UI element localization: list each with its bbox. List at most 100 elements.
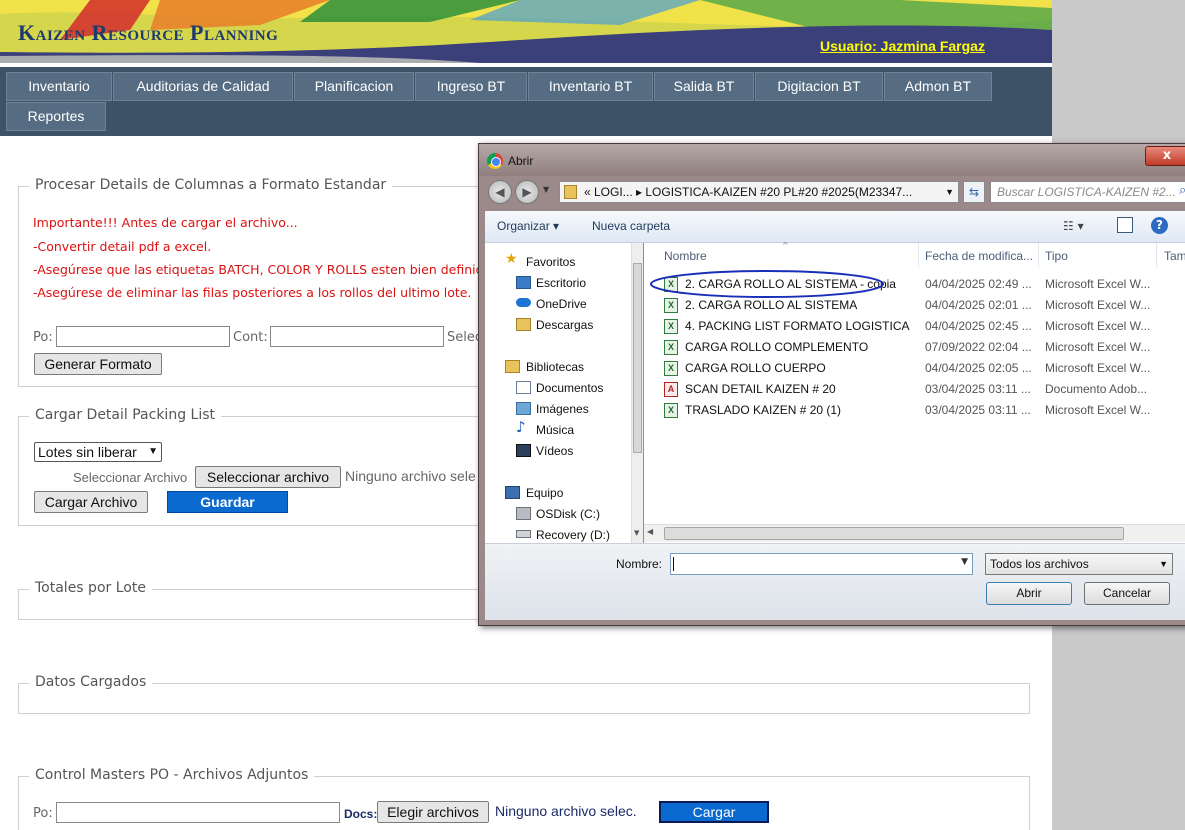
select-label-partial: Selec <box>447 330 483 345</box>
nav-inventario[interactable]: Inventario <box>6 72 112 101</box>
file-row[interactable]: X 2. CARGA ROLLO AL SISTEMA 04/04/2025 0… <box>664 295 1185 316</box>
nav-digitacion-bt[interactable]: Digitacion BT <box>755 72 883 101</box>
onedrive-icon <box>516 298 531 307</box>
excel-icon: X <box>664 361 678 376</box>
nav-ingreso-bt[interactable]: Ingreso BT <box>415 72 527 101</box>
address-dropdown-icon[interactable]: ▼ <box>945 182 954 202</box>
nav-planificacion[interactable]: Planificacion <box>294 72 414 101</box>
nav-reportes[interactable]: Reportes <box>6 102 106 131</box>
nav-osdisk[interactable]: OSDisk (C:) <box>536 507 600 521</box>
help-icon[interactable]: ? <box>1151 217 1168 234</box>
nav-recovery[interactable]: Recovery (D:) <box>536 528 610 542</box>
search-input[interactable]: Buscar LOGISTICA-KAIZEN #2... <box>990 181 1185 203</box>
address-row: ◀ ▶ ▼ « LOGI... ▸ LOGISTICA-KAIZEN #20 P… <box>484 177 1185 205</box>
nav-videos[interactable]: Vídeos <box>536 444 573 458</box>
history-dropdown-icon[interactable]: ▼ <box>543 185 549 194</box>
cont-label: Cont: <box>233 330 268 345</box>
col-type[interactable]: Tipo <box>1045 249 1068 263</box>
file-date: 04/04/2025 02:49 ... <box>925 277 1032 291</box>
nav-auditorias[interactable]: Auditorias de Calidad <box>113 72 293 101</box>
file-type: Microsoft Excel W... <box>1045 319 1151 333</box>
file-type-filter-value: Todos los archivos <box>990 557 1089 571</box>
chrome-icon <box>487 153 503 169</box>
file-date: 04/04/2025 02:45 ... <box>925 319 1032 333</box>
nav-onedrive[interactable]: OneDrive <box>536 297 587 311</box>
filename-label: Nombre: <box>616 557 663 571</box>
loaded-data-section: Datos Cargados <box>18 674 1030 714</box>
dialog-titlebar[interactable]: Abrir x <box>479 144 1185 176</box>
close-button[interactable]: x <box>1145 146 1185 166</box>
file-list-header: Nombre ^ Fecha de modifica... Tipo Tam <box>644 241 1185 267</box>
libraries-icon <box>505 360 520 373</box>
sort-asc-icon: ^ <box>782 241 789 250</box>
nav-scroll-thumb[interactable] <box>633 263 642 453</box>
note-important: Importante!!! Antes de cargar el archivo… <box>33 215 298 230</box>
file-row[interactable]: X 4. PACKING LIST FORMATO LOGISTICA 04/0… <box>664 316 1185 337</box>
nav-escritorio[interactable]: Escritorio <box>536 276 586 290</box>
masters-upload-button[interactable]: Cargar <box>659 801 769 823</box>
filename-dropdown-icon[interactable]: ▼ <box>961 557 968 567</box>
lot-select[interactable]: Lotes sin liberar ▼ <box>34 442 162 462</box>
masters-po-input[interactable] <box>56 802 340 823</box>
dialog-title: Abrir <box>508 154 534 168</box>
address-bar[interactable]: « LOGI... ▸ LOGISTICA-KAIZEN #20 PL#20 #… <box>559 181 959 203</box>
scroll-down-icon[interactable]: ▼ <box>634 529 639 537</box>
save-button[interactable]: Guardar <box>167 491 288 513</box>
preview-pane-icon[interactable] <box>1117 217 1133 233</box>
generate-format-button[interactable]: Generar Formato <box>34 353 162 375</box>
totals-legend: Totales por Lote <box>29 580 152 596</box>
file-date: 07/09/2022 02:04 ... <box>925 340 1032 354</box>
text-cursor <box>673 557 674 571</box>
main-nav: Inventario Auditorias de Calidad Planifi… <box>0 67 1052 136</box>
col-name[interactable]: Nombre <box>664 249 707 263</box>
file-row[interactable]: X TRASLADO KAIZEN # 20 (1) 03/04/2025 03… <box>664 400 1185 421</box>
header-banner: Kaizen Resource Planning Usuario: Jazmin… <box>0 0 1052 63</box>
back-icon[interactable]: ◀ <box>488 180 512 204</box>
nav-bibliotecas[interactable]: Bibliotecas <box>526 360 584 374</box>
user-link[interactable]: Usuario: Jazmina Fargaz <box>820 38 985 54</box>
horizontal-scroll-thumb[interactable] <box>664 527 1124 540</box>
cancel-button[interactable]: Cancelar <box>1084 582 1170 605</box>
masters-po-label: Po: <box>33 806 53 821</box>
nav-inventario-bt[interactable]: Inventario BT <box>528 72 653 101</box>
upload-file-button[interactable]: Cargar Archivo <box>34 491 148 513</box>
pdf-icon: A <box>664 382 678 397</box>
file-row[interactable]: X CARGA ROLLO CUERPO 04/04/2025 02:05 ..… <box>664 358 1185 379</box>
nav-equipo[interactable]: Equipo <box>526 486 563 500</box>
scroll-left-icon[interactable]: ◀ <box>647 527 653 536</box>
nav-scrollbar[interactable]: ▼ <box>631 243 643 543</box>
nav-descargas[interactable]: Descargas <box>536 318 593 332</box>
nav-salida-bt[interactable]: Salida BT <box>654 72 754 101</box>
disk-d-icon <box>516 530 531 538</box>
nav-documentos[interactable]: Documentos <box>536 381 603 395</box>
select-file-button[interactable]: Seleccionar archivo <box>195 466 341 488</box>
search-placeholder: Buscar LOGISTICA-KAIZEN #2... <box>997 185 1176 199</box>
docs-label: Docs: <box>344 807 378 821</box>
file-row[interactable]: X 2. CARGA ROLLO AL SISTEMA - copia 04/0… <box>650 270 1185 298</box>
nav-favorites[interactable]: Favoritos <box>526 255 575 269</box>
choose-files-button[interactable]: Elegir archivos <box>377 801 489 823</box>
filter-dropdown-icon: ▼ <box>1159 559 1168 569</box>
col-size[interactable]: Tam <box>1164 249 1185 263</box>
organize-menu[interactable]: Organizar ▾ <box>497 219 559 233</box>
masters-file-status: Ninguno archivo selec. <box>495 803 637 819</box>
nav-admon-bt[interactable]: Admon BT <box>884 72 992 101</box>
view-options-icon[interactable]: ☷ ▾ <box>1063 219 1084 233</box>
po-input[interactable] <box>56 326 230 347</box>
file-row[interactable]: X CARGA ROLLO COMPLEMENTO 07/09/2022 02:… <box>664 337 1185 358</box>
horizontal-scrollbar[interactable]: ◀ <box>644 524 1185 542</box>
forward-icon[interactable]: ▶ <box>515 180 539 204</box>
nav-musica[interactable]: Música <box>536 423 574 437</box>
new-folder-button[interactable]: Nueva carpeta <box>592 219 670 233</box>
cont-input[interactable] <box>270 326 444 347</box>
nav-imagenes[interactable]: Imágenes <box>536 402 589 416</box>
file-type-filter[interactable]: Todos los archivos ▼ <box>985 553 1173 575</box>
po-label: Po: <box>33 330 53 345</box>
filename-input[interactable]: ▼ <box>670 553 973 575</box>
file-row[interactable]: A SCAN DETAIL KAIZEN # 20 03/04/2025 03:… <box>664 379 1185 400</box>
refresh-icon[interactable]: ⇆ <box>963 181 985 203</box>
star-icon: ★ <box>505 251 518 267</box>
open-button[interactable]: Abrir <box>986 582 1072 605</box>
file-name: CARGA ROLLO COMPLEMENTO <box>685 340 869 354</box>
col-date[interactable]: Fecha de modifica... <box>925 249 1033 263</box>
